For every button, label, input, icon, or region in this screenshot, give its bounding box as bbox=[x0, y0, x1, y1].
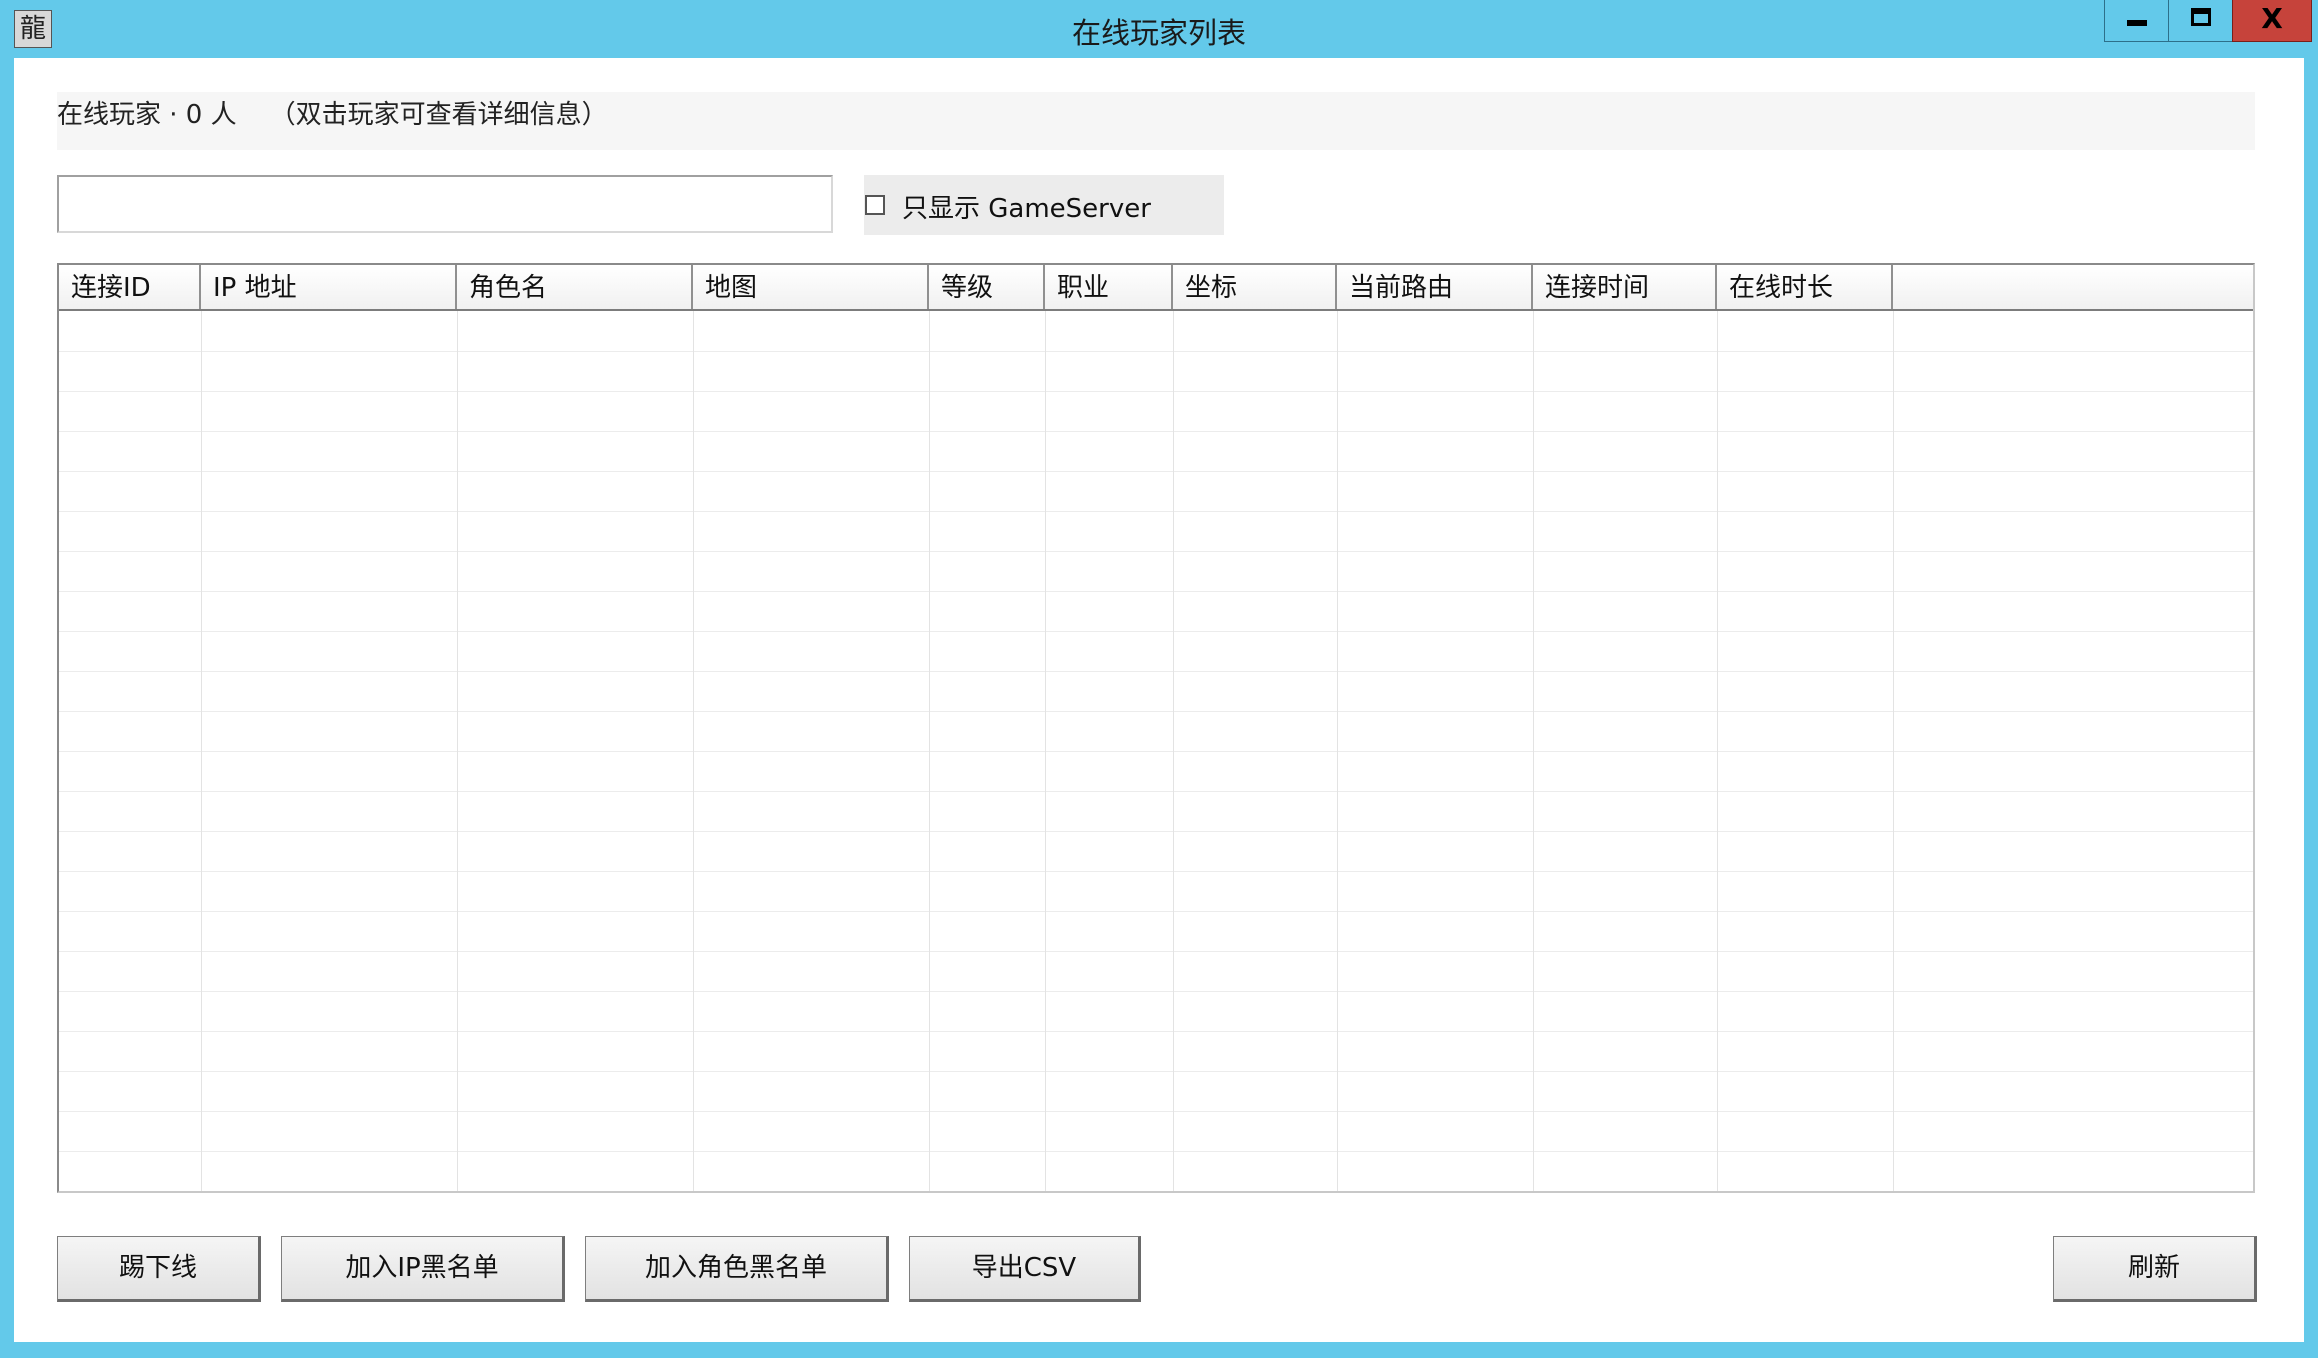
grid-column-line bbox=[1717, 311, 1718, 1191]
grid-row-line bbox=[59, 631, 2253, 632]
grid-row-line bbox=[59, 351, 2253, 352]
grid-row-line bbox=[59, 751, 2253, 752]
window-frame: 龍 在线玩家列表 X 在线玩家 · 0 人 （双击玩家可查看详细信息） 只显示 … bbox=[0, 0, 2318, 1358]
grid-row-line bbox=[59, 431, 2253, 432]
minimize-icon bbox=[2127, 20, 2147, 26]
client-area: 在线玩家 · 0 人 （双击玩家可查看详细信息） 只显示 GameServer … bbox=[14, 58, 2304, 1342]
column-header-map[interactable]: 地图 bbox=[693, 265, 929, 309]
column-header-level[interactable]: 等级 bbox=[929, 265, 1045, 309]
column-header-current-route[interactable]: 当前路由 bbox=[1337, 265, 1533, 309]
grid-row-line bbox=[59, 1191, 2255, 1192]
grid-row-line bbox=[59, 911, 2253, 912]
maximize-icon bbox=[2191, 8, 2211, 26]
column-header-connect-time[interactable]: 连接时间 bbox=[1533, 265, 1717, 309]
grid-column-line bbox=[1337, 311, 1338, 1191]
refresh-button[interactable]: 刷新 bbox=[2053, 1236, 2257, 1302]
maximize-button[interactable] bbox=[2168, 0, 2232, 42]
grid-row-line bbox=[59, 671, 2253, 672]
grid-row-line bbox=[59, 471, 2253, 472]
grid-row-line bbox=[59, 711, 2253, 712]
column-header-coordinates[interactable]: 坐标 bbox=[1173, 265, 1337, 309]
table-body[interactable] bbox=[59, 311, 2255, 1192]
grid-row-line bbox=[59, 951, 2253, 952]
export-csv-button[interactable]: 导出CSV bbox=[909, 1236, 1141, 1302]
grid-row-line bbox=[59, 791, 2253, 792]
grid-column-line bbox=[1533, 311, 1534, 1191]
minimize-button[interactable] bbox=[2104, 0, 2168, 42]
close-icon: X bbox=[2261, 2, 2283, 35]
grid-column-line bbox=[693, 311, 694, 1191]
grid-column-line bbox=[1045, 311, 1046, 1191]
kick-button[interactable]: 踢下线 bbox=[57, 1236, 261, 1302]
grid-column-line bbox=[1893, 311, 1894, 1191]
grid-row-line bbox=[59, 991, 2253, 992]
search-input[interactable] bbox=[57, 175, 833, 233]
grid-row-line bbox=[59, 1031, 2253, 1032]
add-role-blacklist-button[interactable]: 加入角色黑名单 bbox=[585, 1236, 889, 1302]
grid-row-line bbox=[59, 591, 2253, 592]
online-count-label: 在线玩家 · 0 人 （双击玩家可查看详细信息） bbox=[57, 100, 608, 130]
grid-row-line bbox=[59, 1151, 2253, 1152]
grid-column-line bbox=[929, 311, 930, 1191]
grid-column-line bbox=[457, 311, 458, 1191]
column-header-filler bbox=[1893, 265, 2253, 309]
grid-row-line bbox=[59, 1111, 2253, 1112]
column-header-class[interactable]: 职业 bbox=[1045, 265, 1173, 309]
grid-row-line bbox=[59, 511, 2253, 512]
column-header-ip-address[interactable]: IP 地址 bbox=[201, 265, 457, 309]
column-header-connection-id[interactable]: 连接ID bbox=[59, 265, 201, 309]
grid-row-line bbox=[59, 871, 2253, 872]
column-header-online-duration[interactable]: 在线时长 bbox=[1717, 265, 1893, 309]
title-bar[interactable]: 龍 在线玩家列表 X bbox=[0, 0, 2318, 58]
column-header-role-name[interactable]: 角色名 bbox=[457, 265, 693, 309]
grid-row-line bbox=[59, 551, 2253, 552]
close-button[interactable]: X bbox=[2232, 0, 2312, 42]
grid-row-line bbox=[59, 831, 2253, 832]
gameserver-checkbox-label[interactable]: 只显示 GameServer bbox=[902, 188, 1151, 225]
grid-column-line bbox=[1173, 311, 1174, 1191]
window-title: 在线玩家列表 bbox=[1071, 16, 1246, 50]
grid-row-line bbox=[59, 1071, 2253, 1072]
grid-row-line bbox=[59, 391, 2253, 392]
gameserver-checkbox[interactable] bbox=[865, 195, 885, 215]
grid-column-line bbox=[201, 311, 202, 1191]
table-header: 连接ID IP 地址 角色名 地图 等级 职业 坐标 当前路由 连接时间 在线时… bbox=[59, 265, 2253, 311]
add-ip-blacklist-button[interactable]: 加入IP黑名单 bbox=[281, 1236, 565, 1302]
player-table[interactable]: 连接ID IP 地址 角色名 地图 等级 职业 坐标 当前路由 连接时间 在线时… bbox=[57, 263, 2255, 1193]
